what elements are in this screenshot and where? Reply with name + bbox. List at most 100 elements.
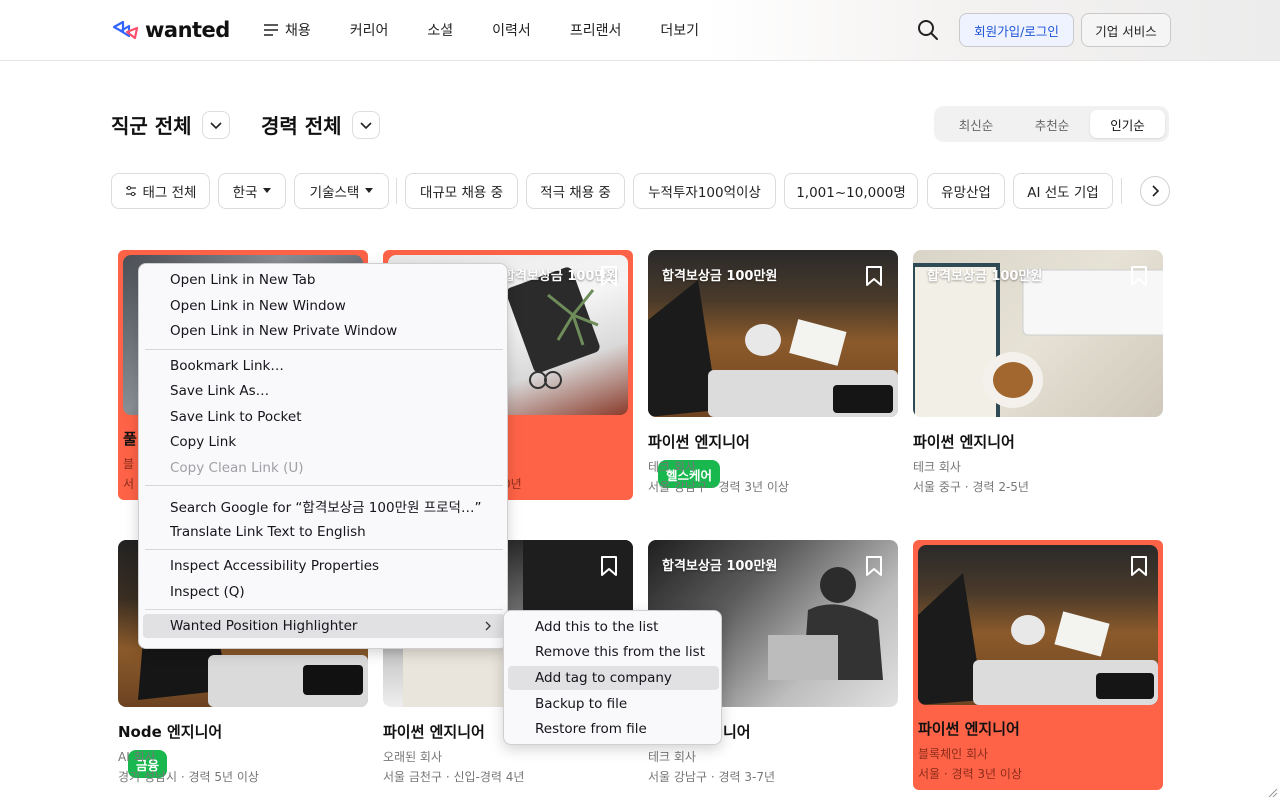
menu-open-new-tab[interactable]: Open Link in New Tab	[143, 268, 505, 292]
submenu-backup-to-file[interactable]: Backup to file	[508, 692, 719, 716]
submenu-add-tag-to-company[interactable]: Add tag to company	[508, 666, 719, 690]
job-card[interactable]: 합격보상금 100만원 파이썬 엔지니어 테크 회사 서울 중구 · 경력 2-…	[913, 250, 1163, 500]
menu-translate-link[interactable]: Translate Link Text to English	[143, 520, 505, 544]
nav-career[interactable]: 커리어	[350, 20, 389, 40]
tag-tech-stack[interactable]: 기술스택	[294, 173, 389, 209]
menu-search-google[interactable]: Search Google for “합격보상금 100만원 프로덕…”	[143, 494, 505, 518]
tag-active-hiring[interactable]: 적극 채용 중	[526, 173, 625, 209]
tag-promising-industry[interactable]: 유망산업	[927, 173, 1005, 209]
job-card-badge: 합격보상금 100만원	[662, 269, 778, 284]
tags-next-button[interactable]	[1140, 176, 1170, 206]
caret-down-icon	[263, 188, 272, 193]
resize-grip-icon[interactable]	[1266, 786, 1278, 798]
tag-all-button[interactable]: 태그 전체	[111, 173, 210, 209]
job-card[interactable]: 파이썬 엔지니어 블록체인 회사 서울 · 경력 3년 이상	[913, 540, 1163, 790]
bookmark-icon[interactable]	[599, 265, 619, 287]
chevron-down-icon	[360, 121, 372, 129]
tag-korea-label: 한국	[232, 185, 258, 201]
sort-latest[interactable]: 최신순	[938, 110, 1014, 138]
menu-separator	[145, 485, 503, 486]
menu-wanted-position-highlighter-label: Wanted Position Highlighter	[170, 618, 358, 634]
nav-resume[interactable]: 이력서	[492, 20, 531, 40]
tag-ai-leading[interactable]: AI 선도 기업	[1013, 173, 1113, 209]
bookmark-icon[interactable]	[1129, 265, 1149, 287]
menu-save-link-as[interactable]: Save Link As…	[143, 379, 505, 403]
menu-bookmark-link[interactable]: Bookmark Link…	[143, 354, 505, 378]
career-label: 경력 전체	[261, 114, 342, 138]
bookmark-icon[interactable]	[864, 265, 884, 287]
tag-investment[interactable]: 누적투자100억이상	[633, 173, 776, 209]
submenu-restore-from-file[interactable]: Restore from file	[508, 717, 719, 741]
tag-company-size[interactable]: 1,001~10,000명	[784, 173, 918, 209]
business-service-button[interactable]: 기업 서비스	[1081, 13, 1171, 47]
job-card-meta: 서울 금천구 · 신입-경력 4년	[383, 770, 525, 784]
menu-open-private-window[interactable]: Open Link in New Private Window	[143, 319, 505, 343]
nav-social[interactable]: 소셜	[427, 20, 453, 40]
job-card-meta: 서울 강남구 · 경력 3년 이상	[648, 480, 789, 494]
wanted-logo[interactable]: wanted	[111, 17, 230, 43]
submenu-remove-from-list[interactable]: Remove this from the list	[508, 640, 719, 664]
job-card-title: 니어	[723, 723, 751, 741]
nav-jobs-label: 채용	[285, 23, 311, 39]
bookmark-icon[interactable]	[1129, 555, 1149, 577]
wanted-logo-icon	[112, 20, 139, 40]
search-icon	[918, 20, 938, 40]
submenu-add-to-list[interactable]: Add this to the list	[508, 615, 719, 639]
job-card-badge: 합격보상금 100만원	[662, 559, 778, 574]
job-category-dropdown[interactable]	[201, 110, 230, 139]
sort-recommended[interactable]: 추천순	[1014, 110, 1090, 138]
job-card-company: 블록체인 회사	[918, 747, 989, 761]
job-category-label: 직군 전체	[111, 114, 192, 138]
job-card-image	[918, 545, 1158, 705]
job-card-company: 테크 회사	[913, 460, 961, 474]
job-card-meta: 서울 · 경력 3년 이상	[918, 767, 1022, 781]
tag-all-label: 태그 전체	[142, 185, 197, 201]
job-category-filter[interactable]: 직군 전체	[111, 110, 230, 139]
menu-copy-link[interactable]: Copy Link	[143, 430, 505, 454]
context-menu: Open Link in New Tab Open Link in New Wi…	[138, 263, 508, 649]
chevron-right-icon	[1152, 185, 1160, 197]
tag-tech-stack-label: 기술스택	[309, 185, 360, 201]
signup-login-button[interactable]: 회원가입/로그인	[959, 13, 1074, 47]
career-filter[interactable]: 경력 전체	[261, 110, 380, 139]
nav-freelancer[interactable]: 프리랜서	[570, 20, 622, 40]
bookmark-icon[interactable]	[864, 555, 884, 577]
menu-save-to-pocket[interactable]: Save Link to Pocket	[143, 405, 505, 429]
filter-sliders-icon	[125, 185, 136, 197]
nav-more[interactable]: 더보기	[660, 20, 699, 40]
highlighter-submenu: Add this to the list Remove this from th…	[503, 610, 722, 745]
job-card-meta: 서울 중구 · 경력 2-5년	[913, 480, 1029, 494]
job-card-title: 파이썬 엔지니어	[383, 723, 485, 741]
job-card[interactable]: 합격보상금 100만원 헬스케어 파이썬 엔지니어 테크 회사 서울 강남구 ·…	[648, 250, 898, 500]
job-card-company: AI 회사	[118, 750, 156, 764]
nav-jobs[interactable]: 채용	[263, 20, 311, 40]
tag-divider	[396, 178, 397, 204]
tag-korea[interactable]: 한국	[218, 173, 286, 209]
menu-inspect-accessibility[interactable]: Inspect Accessibility Properties	[143, 554, 505, 578]
caret-down-icon	[365, 188, 374, 193]
job-card-meta: 경기 성남시 · 경력 5년 이상	[118, 770, 259, 784]
menu-inspect[interactable]: Inspect (Q)	[143, 580, 505, 604]
search-button[interactable]	[916, 18, 940, 42]
career-dropdown[interactable]	[351, 110, 380, 139]
job-card-title: Node 엔지니어	[118, 723, 223, 741]
job-card-company: 오래된 회사	[383, 750, 443, 764]
top-header: wanted 채용 커리어 소셜 이력서 프리랜서 더보기 회원가입/로그인 기…	[0, 0, 1280, 61]
tag-large-hiring[interactable]: 대규모 채용 중	[405, 173, 518, 209]
job-card-company: 블	[123, 457, 135, 471]
job-card-meta: 서	[123, 477, 135, 491]
menu-icon	[264, 24, 278, 36]
bookmark-icon[interactable]	[599, 555, 619, 577]
laptop-coffee-illustration	[918, 573, 1158, 705]
sort-popular[interactable]: 인기순	[1090, 110, 1165, 138]
menu-separator	[145, 349, 503, 350]
job-card-meta: 서울 강남구 · 경력 3-7년	[648, 770, 775, 784]
chevron-down-icon	[210, 121, 222, 129]
menu-wanted-position-highlighter[interactable]: Wanted Position Highlighter	[143, 614, 505, 638]
job-card-badge: 합격보상금 100만원	[927, 269, 1043, 284]
menu-separator	[145, 549, 503, 550]
menu-open-new-window[interactable]: Open Link in New Window	[143, 294, 505, 318]
job-card-company: 테크 회사	[648, 750, 696, 764]
job-card-title: 풀	[123, 430, 137, 448]
job-card-company: 테크 회사	[648, 460, 696, 474]
